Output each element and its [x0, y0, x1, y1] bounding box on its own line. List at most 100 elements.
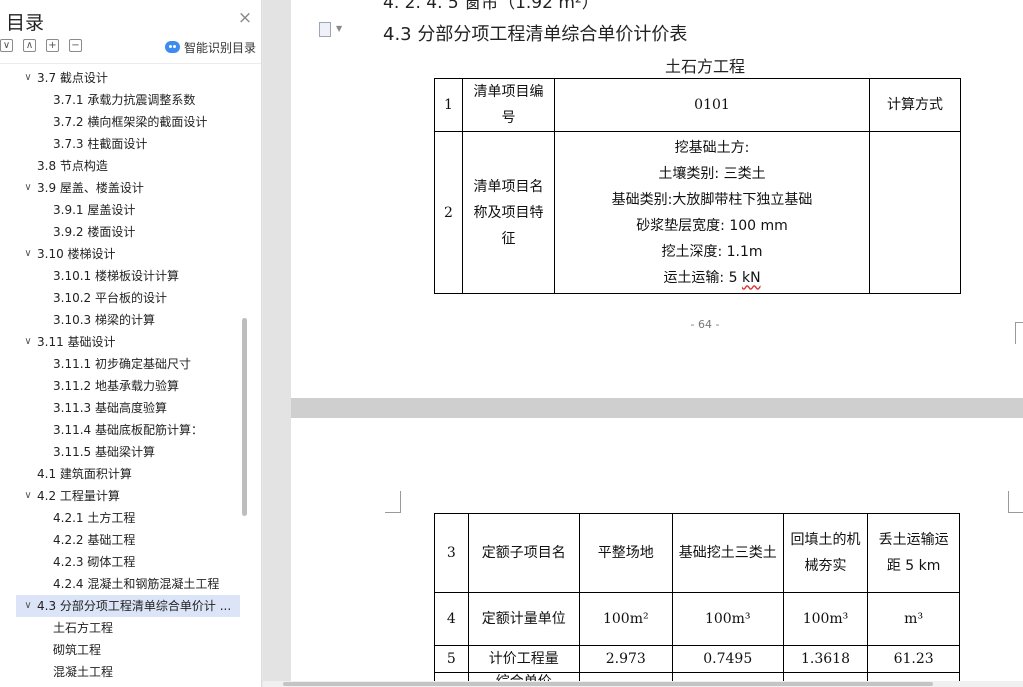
toc-item[interactable]: 3.7.3 柱截面设计 — [0, 133, 240, 155]
chevron-down-icon[interactable]: ∨ — [22, 485, 34, 507]
feature-text: 运土运输: 5 — [663, 269, 742, 286]
toc-item[interactable]: ∨ 3.10 楼梯设计 — [0, 243, 240, 265]
smart-toc-button[interactable]: 智能识别目录 — [165, 38, 256, 56]
toc-item[interactable]: ∨ 3.7 截点设计 — [0, 67, 240, 89]
toc-item[interactable]: 3.7.1 承载力抗震调整系数 — [0, 89, 240, 111]
toc-item[interactable]: 3.11.5 基础梁计算 — [0, 441, 240, 463]
toc-list: ∨ 3.7 截点设计 3.7.1 承载力抗震调整系数 3.7.2 横向框架梁的截面设计… — [0, 67, 240, 683]
table-cell: 3 — [434, 513, 469, 593]
feature-line: 挖土深度: 1.1m — [661, 243, 763, 260]
table-cell: 0101 — [554, 78, 870, 132]
feature-line: 运土运输: 5 kN — [556, 265, 869, 291]
toc-item-label: 3.8 节点构造 — [37, 159, 108, 173]
toc-item[interactable]: ∨ 4.3 分部分项工程清单综合单价计 ... — [16, 595, 240, 617]
expand-all-button[interactable]: ∧ — [23, 39, 36, 52]
toc-item[interactable]: 3.10.1 楼梯板设计计算 — [0, 265, 240, 287]
chevron-down-icon[interactable]: ∨ — [22, 243, 34, 265]
table-cell: 定额计量单位 — [467, 592, 580, 646]
chevron-down-icon[interactable]: ∨ — [22, 67, 34, 89]
document-page: 3 定额子项目名 平整场地 基础挖土三类土 回填土的机械夯实 丢土运输运距 5 … — [291, 418, 1023, 687]
toc-item-label: 3.10 楼梯设计 — [37, 247, 116, 261]
toc-item-label: 3.7.2 横向框架梁的截面设计 — [53, 115, 208, 129]
table-row: 2 清单项目名称及项目特征 挖基础土方: 土壤类别: 三类土 基础类别:大放脚带… — [434, 131, 961, 294]
table-cell: 计价工程量 — [467, 645, 580, 673]
toc-item[interactable]: 3.11.4 基础底板配筋计算： — [0, 419, 240, 441]
table-row: 1 清单项目编号 0101 计算方式 — [434, 78, 961, 132]
table-cell: 基础挖土三类土 — [671, 513, 784, 593]
page-margin-mark — [1008, 491, 1023, 513]
ai-icon — [165, 41, 180, 53]
toc-item-label: 3.9.2 楼面设计 — [53, 225, 136, 239]
table-cell: 61.23 — [867, 645, 960, 673]
toc-item[interactable]: 3.10.2 平台板的设计 — [0, 287, 240, 309]
toc-item-label: 3.7.1 承载力抗震调整系数 — [53, 93, 196, 107]
chevron-down-icon[interactable]: ∨ — [22, 331, 34, 353]
chevron-down-icon[interactable]: ▼ — [336, 24, 342, 33]
toc-item-label: 3.11.3 基础高度验算 — [53, 401, 167, 415]
toc-item-label: 4.2.3 砌体工程 — [53, 555, 136, 569]
page-margin-mark — [385, 491, 401, 513]
table-cell: 5 — [434, 645, 469, 673]
table-cell: m³ — [867, 592, 960, 646]
close-icon[interactable]: × — [236, 9, 254, 27]
sidebar-scrollbar[interactable] — [242, 318, 247, 516]
toc-item-label: 3.9.1 屋盖设计 — [53, 203, 136, 217]
toc-item-label: 4.3 分部分项工程清单综合单价计 ... — [37, 599, 232, 613]
chevron-down-icon[interactable]: ∨ — [22, 595, 34, 617]
toc-item[interactable]: 3.9.2 楼面设计 — [0, 221, 240, 243]
section-heading: 4.3 分部分项工程清单综合单价计价表 — [383, 24, 688, 45]
toc-item-label: 3.7 截点设计 — [37, 71, 108, 85]
toc-item-label: 4.2.1 土方工程 — [53, 511, 136, 525]
toc-item[interactable]: 3.8 节点构造 — [0, 155, 240, 177]
table-cell: 计算方式 — [869, 78, 961, 132]
remove-heading-button[interactable]: − — [69, 39, 82, 52]
toc-item[interactable]: 4.2.1 土方工程 — [0, 507, 240, 529]
toc-item[interactable]: 砌筑工程 — [0, 639, 240, 661]
sidebar-title: 目录 — [6, 12, 45, 34]
document-icon[interactable] — [319, 22, 331, 37]
table-cell: 回填土的机械夯实 — [782, 513, 869, 593]
toc-item[interactable]: 3.11.1 初步确定基础尺寸 — [0, 353, 240, 375]
toc-item[interactable]: 4.2.4 混凝土和钢筋混凝土工程 — [0, 573, 240, 595]
table-cell — [869, 131, 961, 294]
toc-item[interactable]: 4.1 建筑面积计算 — [0, 463, 240, 485]
table-cell: 丢土运输运距 5 km — [867, 513, 960, 593]
toc-item[interactable]: 3.11.3 基础高度验算 — [0, 397, 240, 419]
toc-item[interactable]: ∨ 4.2 工程量计算 — [0, 485, 240, 507]
table-caption: 土石方工程 — [664, 57, 745, 76]
toc-item[interactable]: 3.10.3 梯梁的计算 — [0, 309, 240, 331]
spellcheck-word[interactable]: kN — [742, 270, 761, 286]
toc-item[interactable]: 混凝土工程 — [0, 661, 240, 683]
page-number: - 64 - — [690, 318, 720, 331]
table-cell: 1 — [434, 78, 463, 132]
toc-item-label: 3.10.2 平台板的设计 — [53, 291, 167, 305]
toc-item[interactable]: ∨ 3.9 屋盖、楼盖设计 — [0, 177, 240, 199]
toc-item-label: 3.10.1 楼梯板设计计算 — [53, 269, 179, 283]
toc-item[interactable]: 3.7.2 横向框架梁的截面设计 — [0, 111, 240, 133]
toc-item[interactable]: 3.9.1 屋盖设计 — [0, 199, 240, 221]
toc-item-label: 土石方工程 — [53, 621, 114, 635]
toc-item[interactable]: 4.2.3 砌体工程 — [0, 551, 240, 573]
toc-item[interactable]: 4.2.2 基础工程 — [0, 529, 240, 551]
document-view: ▼ 4. 2. 4. 5 窗帘（1.92 m²） 4.3 分部分项工程清单综合单… — [263, 0, 1023, 687]
toc-toolbar: ∨ ∧ + − 智能识别目录 — [0, 38, 261, 56]
toc-item-label: 3.11.5 基础梁计算 — [53, 445, 155, 459]
table-cell: 清单项目名称及项目特征 — [462, 131, 555, 294]
toc-item[interactable]: 土石方工程 — [0, 617, 240, 639]
add-heading-button[interactable]: + — [46, 39, 59, 52]
table-cell: 1.3618 — [782, 645, 869, 673]
toc-sidebar: 目录 × ∨ ∧ + − 智能识别目录 ∨ 3.7 截点设计 3.7.1 承载力抗震… — [0, 0, 262, 687]
toc-item-label: 混凝土工程 — [53, 665, 114, 679]
toc-item-label: 4.1 建筑面积计算 — [37, 467, 132, 481]
toc-item[interactable]: ∨ 3.11 基础设计 — [0, 331, 240, 353]
scrollbar-thumb[interactable] — [283, 682, 933, 686]
toc-item-label: 3.11.4 基础底板配筋计算： — [53, 423, 203, 437]
feature-line: 土壤类别: 三类土 — [658, 165, 766, 182]
previous-heading: 4. 2. 4. 5 窗帘（1.92 m²） — [383, 0, 599, 13]
toc-item-label: 3.9 屋盖、楼盖设计 — [37, 181, 144, 195]
toc-item-label: 4.2.4 混凝土和钢筋混凝土工程 — [53, 577, 220, 591]
collapse-all-button[interactable]: ∨ — [0, 39, 13, 52]
chevron-down-icon[interactable]: ∨ — [22, 177, 34, 199]
toc-item[interactable]: 3.11.2 地基承载力验算 — [0, 375, 240, 397]
table-cell: 平整场地 — [578, 513, 673, 593]
